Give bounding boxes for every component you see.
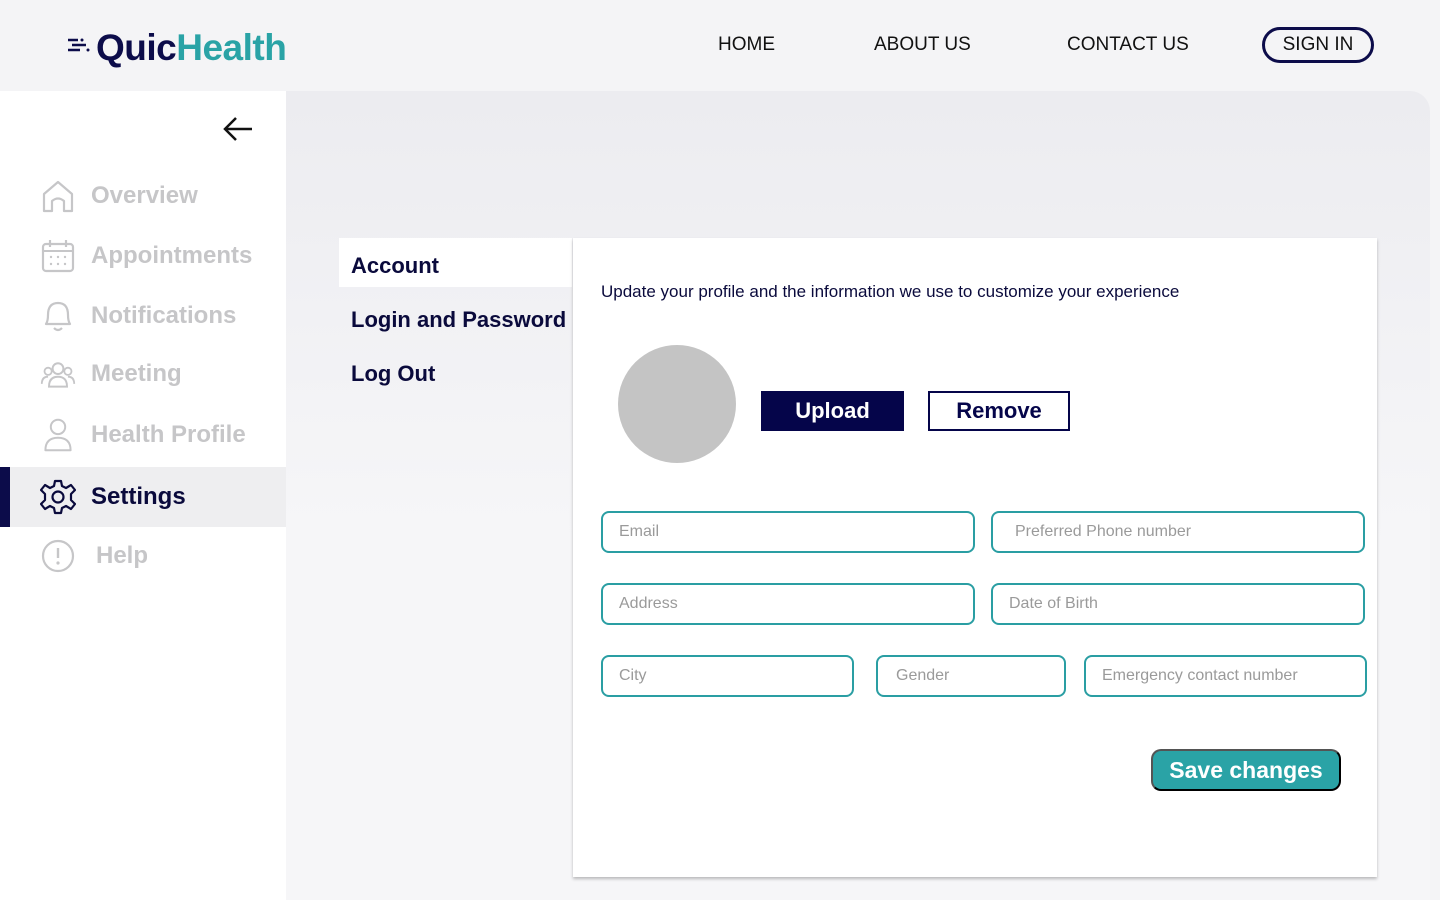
remove-button[interactable]: Remove <box>928 391 1070 431</box>
sidebar-item-meeting[interactable]: Meeting <box>0 344 286 404</box>
settings-menu-log-out[interactable]: Log Out <box>351 361 435 387</box>
emergency-contact-field[interactable]: Emergency contact number <box>1084 655 1367 697</box>
sidebar-item-label: Appointments <box>91 242 253 269</box>
avatar <box>618 345 736 463</box>
address-field[interactable]: Address <box>601 583 975 625</box>
quichealth-logo[interactable]: QuicHealth <box>66 24 287 70</box>
phone-field[interactable]: Preferred Phone number <box>991 511 1365 553</box>
sidebar-item-health-profile[interactable]: Health Profile <box>0 405 286 465</box>
group-icon <box>40 362 76 388</box>
email-field[interactable]: Email <box>601 511 975 553</box>
logo-quic: Quic <box>96 26 177 68</box>
nav-home-link[interactable]: HOME <box>718 34 775 56</box>
calendar-icon <box>41 240 75 273</box>
sign-in-button[interactable]: SIGN IN <box>1262 27 1374 63</box>
sidebar-item-overview[interactable]: Overview <box>0 166 286 226</box>
sidebar: Overview Appointments Notifications Meet… <box>0 91 286 900</box>
info-icon <box>41 539 75 573</box>
sidebar-item-label: Settings <box>91 483 186 510</box>
sidebar-item-label: Notifications <box>91 302 237 329</box>
bell-icon <box>44 301 72 332</box>
user-icon <box>44 418 72 452</box>
sidebar-item-help[interactable]: Help <box>0 526 286 586</box>
logo-health: Health <box>176 26 287 68</box>
sidebar-item-settings[interactable]: Settings <box>0 467 286 527</box>
gear-icon <box>40 479 76 515</box>
gender-field[interactable]: Gender <box>876 655 1066 697</box>
top-header: QuicHealth HOME ABOUT US CONTACT US SIGN… <box>0 0 1440 91</box>
sidebar-item-label: Meeting <box>91 360 182 387</box>
sidebar-item-label: Health Profile <box>91 421 246 448</box>
sidebar-item-label: Overview <box>91 182 198 209</box>
date-of-birth-field[interactable]: Date of Birth <box>991 583 1365 625</box>
back-arrow-icon[interactable] <box>222 115 254 143</box>
account-description: Update your profile and the information … <box>601 282 1180 301</box>
home-icon <box>42 180 74 213</box>
city-field[interactable]: City <box>601 655 854 697</box>
settings-menu-login-password[interactable]: Login and Password <box>351 307 566 333</box>
logo-wordmark: QuicHealth <box>96 26 287 68</box>
speed-lines-icon <box>68 38 90 52</box>
nav-contact-link[interactable]: CONTACT US <box>1067 34 1189 56</box>
upload-button[interactable]: Upload <box>761 391 904 431</box>
sidebar-item-notifications[interactable]: Notifications <box>0 286 286 346</box>
nav-about-link[interactable]: ABOUT US <box>874 34 971 56</box>
save-changes-button[interactable]: Save changes <box>1151 749 1341 791</box>
sidebar-item-label: Help <box>96 542 149 569</box>
settings-menu-account[interactable]: Account <box>351 253 439 279</box>
sidebar-item-appointments[interactable]: Appointments <box>0 226 286 286</box>
